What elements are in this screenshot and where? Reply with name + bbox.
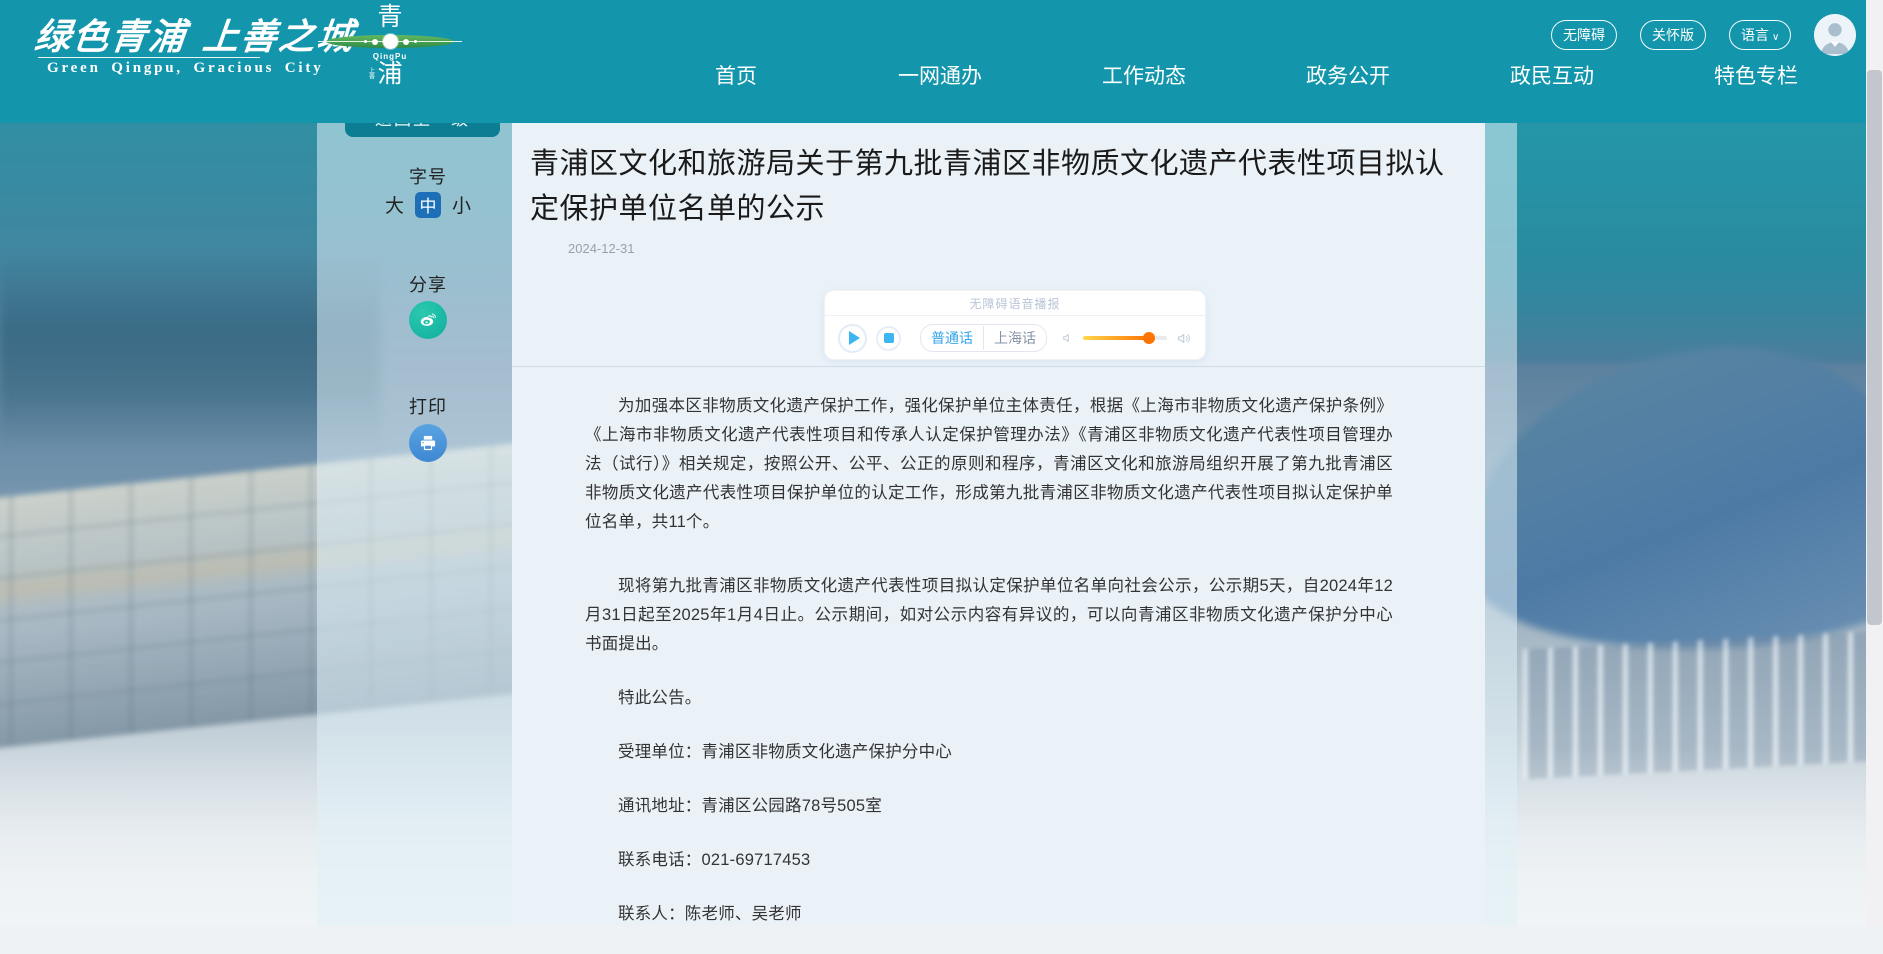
printer-icon [418, 433, 438, 453]
volume-fill [1083, 336, 1149, 340]
article-title: 青浦区文化和旅游局关于第九批青浦区非物质文化遗产代表性项目拟认定保护单位名单的公… [530, 142, 1452, 232]
share-weibo-button[interactable] [409, 301, 447, 339]
speech-player-title: 无障碍语音播报 [825, 291, 1205, 316]
speech-player: 无障碍语音播报 普通话 上海话 [824, 290, 1206, 360]
nav-item-one-stop-services[interactable]: 一网通办 [880, 60, 1000, 90]
play-icon [849, 331, 860, 345]
weibo-icon [417, 309, 439, 331]
voice-shanghainese-tab[interactable]: 上海话 [983, 326, 1046, 350]
emblem-island-icon [326, 35, 454, 48]
print-label: 打印 [352, 393, 504, 419]
article-date: 2024-12-31 [568, 241, 635, 256]
font-size-switcher: 大 中 小 [352, 191, 504, 218]
volume-high-icon [1176, 331, 1192, 346]
volume-low-icon [1061, 331, 1074, 345]
stop-icon [884, 333, 894, 343]
scrollbar-thumb[interactable] [1867, 70, 1882, 625]
font-size-medium-button[interactable]: 中 [415, 192, 441, 218]
voice-mandarin-tab[interactable]: 普通话 [921, 326, 983, 350]
site-slogan-english: Green Qingpu, Gracious City [47, 60, 324, 77]
chevron-down-icon: ∨ [1772, 32, 1779, 43]
language-dropdown[interactable]: 语言∨ [1729, 20, 1791, 50]
article-paragraph: 为加强本区非物质文化遗产保护工作，强化保护单位主体责任，根据《上海市非物质文化遗… [585, 392, 1393, 537]
header-quick-links: 无障碍 关怀版 语言∨ [1551, 14, 1856, 56]
article-contact-address: 通讯地址：青浦区公园路78号505室 [585, 792, 1393, 821]
font-size-label: 字号 [352, 163, 504, 189]
nav-item-work-updates[interactable]: 工作动态 [1084, 60, 1204, 90]
voice-language-switcher: 普通话 上海话 [920, 324, 1047, 352]
font-size-small-button[interactable]: 小 [452, 191, 471, 218]
stop-button[interactable] [876, 326, 901, 351]
nav-item-special-columns[interactable]: 特色专栏 [1696, 60, 1816, 90]
site-header: 绿色青浦上善之城 Green Qingpu, Gracious City 青 Q… [0, 0, 1883, 123]
accessibility-button[interactable]: 无障碍 [1551, 20, 1617, 50]
background-water [1483, 123, 1883, 363]
logo-divider-line [38, 57, 260, 58]
scrollbar-track[interactable] [1866, 0, 1883, 926]
font-size-large-button[interactable]: 大 [385, 191, 404, 218]
person-icon [1814, 14, 1856, 56]
site-logo-calligraphy: 绿色青浦上善之城 [32, 8, 357, 60]
article-contact-phone: 联系电话：021-69717453 [585, 846, 1393, 875]
volume-slider[interactable] [1083, 336, 1167, 340]
article-panel: 青浦区文化和旅游局关于第九批青浦区非物质文化遗产代表性项目拟认定保护单位名单的公… [512, 123, 1485, 926]
nav-item-public-interaction[interactable]: 政民互动 [1492, 60, 1612, 90]
print-button[interactable] [409, 424, 447, 462]
care-version-button[interactable]: 关怀版 [1640, 20, 1706, 50]
nav-item-government-affairs[interactable]: 政务公开 [1288, 60, 1408, 90]
nav-item-home[interactable]: 首页 [676, 60, 796, 90]
qingpu-emblem: 青 QingPu 上善浦 [324, 3, 456, 87]
emblem-seal-text: 上善 [367, 67, 373, 79]
user-avatar[interactable] [1814, 14, 1856, 56]
article-contact-unit: 受理单位：青浦区非物质文化遗产保护分中心 [585, 738, 1393, 767]
share-label: 分享 [352, 271, 504, 297]
article-body: 为加强本区非物质文化遗产保护工作，强化保护单位主体责任，根据《上海市非物质文化遗… [585, 392, 1393, 954]
volume-control [1061, 331, 1192, 346]
volume-knob[interactable] [1143, 332, 1155, 344]
article-contact-person: 联系人：陈老师、吴老师 [585, 900, 1393, 929]
article-paragraph: 现将第九批青浦区非物质文化遗产代表性项目拟认定保护单位名单向社会公示，公示期5天… [585, 572, 1393, 659]
play-button[interactable] [838, 324, 867, 353]
emblem-char-pu: 上善浦 [377, 61, 402, 87]
speech-player-controls: 普通话 上海话 [825, 316, 1205, 360]
article-paragraph: 特此公告。 [585, 684, 1393, 713]
slogan-cn-left: 绿色青浦 [32, 16, 188, 58]
content-divider [512, 366, 1485, 367]
emblem-char-qing: 青 [324, 3, 456, 31]
